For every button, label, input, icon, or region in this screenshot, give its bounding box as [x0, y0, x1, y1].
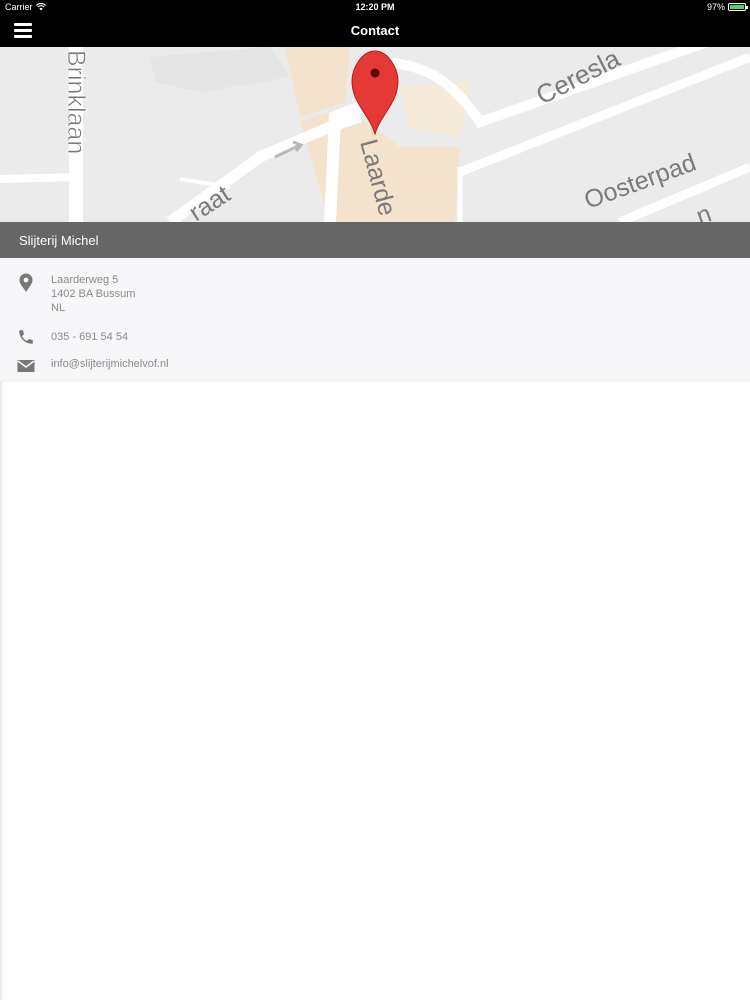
place-name: Slijterij Michel [19, 233, 99, 248]
map-view[interactable]: Brinklaan Ceresla Laarde Oosterpad raat … [0, 47, 750, 222]
envelope-icon [17, 360, 35, 372]
battery-fill [730, 5, 744, 9]
address-line-country: NL [51, 302, 66, 314]
page-title: Contact [350, 23, 400, 38]
phone-number[interactable]: 035 - 691 54 54 [51, 330, 128, 344]
battery-icon [728, 3, 748, 11]
battery-percentage: 97% [706, 2, 725, 12]
place-name-bar: Slijterij Michel [0, 222, 750, 258]
page-edge-shadow [0, 382, 4, 1000]
contact-details: Laarderweg 5 1402 BA Bussum NL 035 - 691… [0, 258, 750, 382]
address-line-city: 1402 BA Bussum [51, 288, 136, 300]
location-pin-icon [19, 273, 33, 292]
email-address[interactable]: info@slijterijmichelvof.nl [51, 357, 169, 371]
address-line-street: Laarderweg 5 [51, 274, 119, 286]
nav-bar: Contact [0, 14, 750, 47]
map-street-label: Brinklaan [62, 50, 90, 154]
status-time: 12:20 PM [355, 2, 395, 12]
status-bar: Carrier 12:20 PM 97% [0, 0, 750, 14]
phone-icon [19, 330, 33, 344]
map-canvas[interactable]: Brinklaan Ceresla Laarde Oosterpad raat … [0, 47, 750, 222]
address-text: Laarderweg 5 1402 BA Bussum NL [51, 273, 135, 315]
battery-indicator: 97% [706, 2, 748, 12]
